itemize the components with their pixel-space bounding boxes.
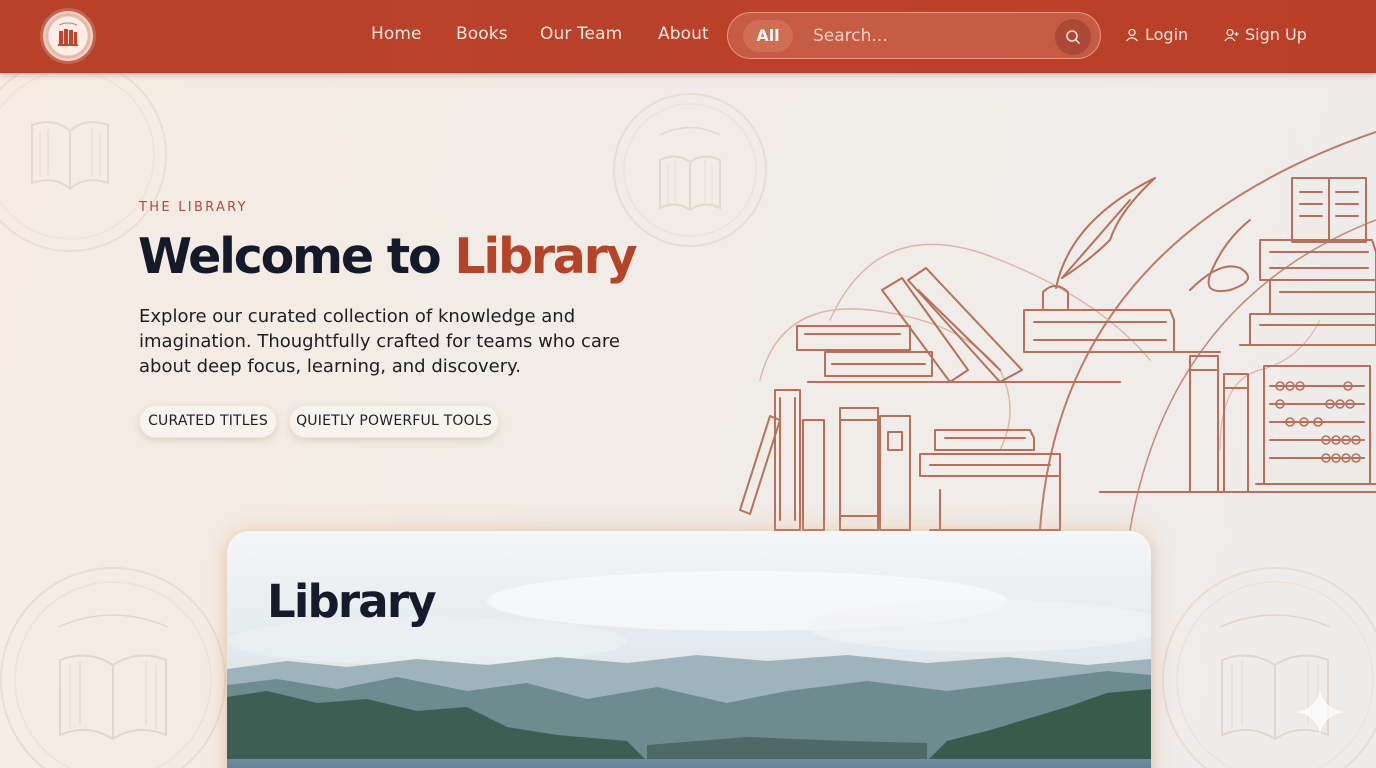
search-category-filter[interactable]: All xyxy=(743,20,793,52)
pill-quietly-powerful-tools: QUIETLY POWERFUL TOOLS xyxy=(289,405,499,438)
nav-our-team-link[interactable]: Our Team xyxy=(540,24,622,44)
user-plus-icon xyxy=(1224,28,1239,42)
pill-curated-titles: CURATED TITLES xyxy=(139,405,277,438)
hero-eyebrow: THE LIBRARY xyxy=(139,200,248,215)
hero-title-accent: Library xyxy=(454,228,637,285)
signup-label: Sign Up xyxy=(1245,25,1307,44)
search-input[interactable] xyxy=(813,21,1033,51)
nav-books-link[interactable]: Books xyxy=(456,24,508,44)
bookshelf-illustration xyxy=(739,131,1376,531)
hero-title: Welcome to Library xyxy=(138,228,638,285)
search-bar: All xyxy=(727,12,1101,59)
nav-home-link[interactable]: Home xyxy=(371,24,422,44)
card-title: Library xyxy=(267,575,437,628)
logo-icon[interactable] xyxy=(43,11,93,61)
login-label: Login xyxy=(1145,25,1189,44)
login-button[interactable]: Login xyxy=(1125,25,1188,44)
seal-watermark-bottom-left xyxy=(0,567,226,768)
nav-about-link[interactable]: About xyxy=(658,24,709,44)
featured-library-card[interactable]: Library xyxy=(227,531,1151,768)
user-icon xyxy=(1126,28,1138,42)
hero-description: Explore our curated collection of knowle… xyxy=(139,306,620,377)
search-button[interactable] xyxy=(1055,19,1091,55)
signup-button[interactable]: Sign Up xyxy=(1224,25,1307,44)
mountain-lake-image xyxy=(227,531,1151,768)
sparkle-icon xyxy=(1296,688,1344,736)
hero-title-main: Welcome to xyxy=(138,228,455,285)
search-icon xyxy=(1066,30,1080,44)
seal-watermark-top-left xyxy=(0,58,167,252)
top-navbar: Home Books Our Team About All Login Sign… xyxy=(0,0,1376,73)
